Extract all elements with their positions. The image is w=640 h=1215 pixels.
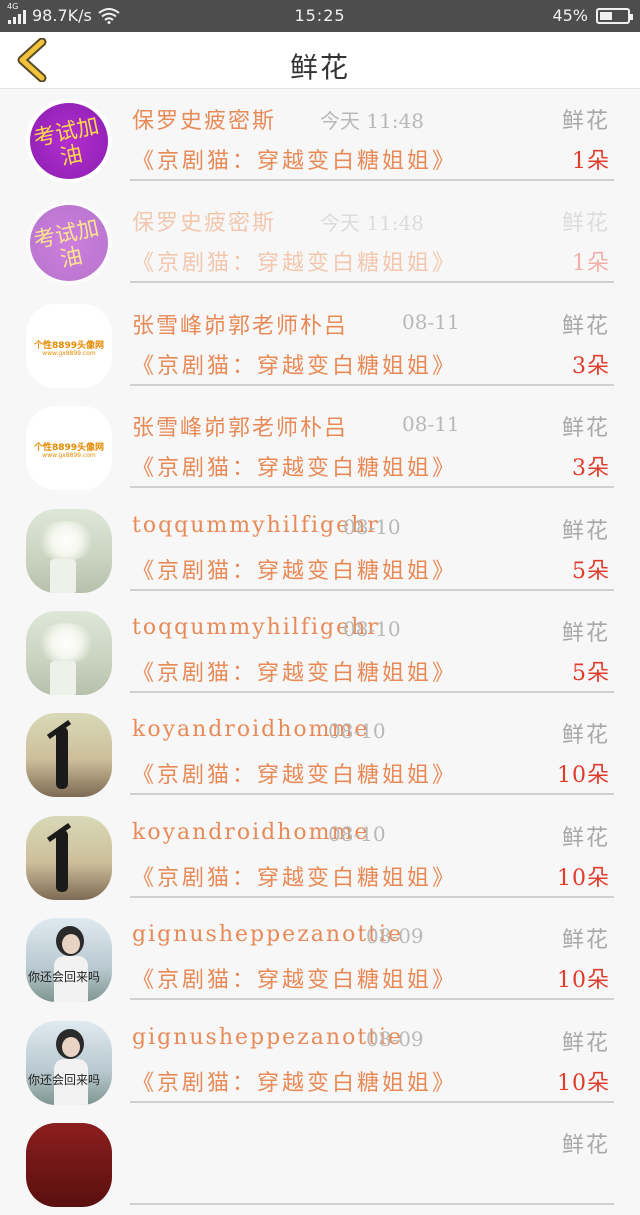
gift-count: 1朵 [572, 149, 610, 174]
book-title: 《京剧猫：穿越变白糖姐姐》 [132, 1070, 458, 1096]
gift-type: 鲜花 [561, 1132, 610, 1158]
gift-count: 3朵 [572, 353, 610, 379]
list-item[interactable]: koyandroidhomme 08-10 鲜花 《京剧猫：穿越变白糖姐姐》 10朵 [0, 703, 640, 805]
row-divider [130, 1100, 614, 1103]
status-time: 15:25 [294, 6, 346, 25]
gift-time: 08-10 [328, 719, 386, 744]
sender-name: 张雪峰峁郭老师朴吕 [132, 416, 349, 442]
book-title: 《京剧猫：穿越变白糖姐姐》 [132, 149, 458, 174]
nav-bar: 鲜花 [0, 32, 640, 89]
list-item[interactable]: 个性8899头像网 www.gx8899.com 张雪峰峁郭老师朴吕 08-11 鲜花《… [0, 294, 640, 396]
row-divider [130, 588, 614, 591]
avatar[interactable]: 考试加油 [26, 99, 112, 183]
gift-count: 10朵 [557, 763, 610, 789]
list-item[interactable]: 个性8899头像网 www.gx8899.com 张雪峰峁郭老师朴吕 08-11 鲜花《… [0, 396, 640, 498]
gift-time: 08-10 [328, 821, 386, 846]
gift-time: 08-11 [402, 412, 460, 437]
list-item[interactable]: toqqummyhilfigehr 08-10 鲜花 《京剧猫：穿越变白糖姐姐》 5朵 [0, 601, 640, 703]
gift-type: 鲜花 [561, 313, 610, 339]
sender-name: 保罗史疲密斯 [132, 109, 277, 134]
page-title: 鲜花 [289, 51, 350, 84]
avatar[interactable]: 考试加油 [26, 201, 112, 286]
gift-count: 10朵 [557, 1070, 610, 1096]
avatar[interactable] [26, 815, 112, 900]
gift-time: 08-11 [402, 309, 460, 334]
avatar-subtext: www.gx8899.com [42, 452, 96, 460]
avatar[interactable] [26, 610, 112, 695]
book-title: 《京剧猫：穿越变白糖姐姐》 [132, 865, 458, 891]
sender-name: gignusheppezanottie [132, 1024, 404, 1050]
sender-name: 张雪峰峁郭老师朴吕 [132, 313, 349, 339]
book-title: 《京剧猫：穿越变白糖姐姐》 [132, 251, 458, 277]
avatar-text: 考试加油 [31, 216, 102, 274]
book-title: 《京剧猫：穿越变白糖姐姐》 [132, 968, 458, 994]
gift-type: 鲜花 [561, 1030, 610, 1056]
book-title: 《京剧猫：穿越变白糖姐姐》 [132, 763, 458, 789]
avatar-subtext: www.gx8899.com [42, 349, 96, 357]
avatar[interactable]: 个性8899头像网 www.gx8899.com [26, 406, 112, 491]
row-divider [130, 281, 614, 284]
row-divider [130, 383, 614, 386]
avatar[interactable]: 个性8899头像网 www.gx8899.com [26, 303, 112, 388]
status-right: 45% [552, 6, 633, 25]
sender-name: gignusheppezanottie [132, 922, 404, 948]
list-item[interactable]: koyandroidhomme 08-10 鲜花 《京剧猫：穿越变白糖姐姐》 10朵 [0, 806, 640, 908]
book-title: 《京剧猫：穿越变白糖姐姐》 [132, 456, 458, 482]
gift-time: 今天 11:48 [320, 109, 424, 133]
row-divider [130, 1202, 614, 1205]
gift-time: 08-09 [366, 924, 424, 949]
gift-type: 鲜花 [561, 620, 610, 646]
gift-time: 08-10 [343, 616, 401, 641]
avatar[interactable] [26, 713, 112, 798]
avatar[interactable] [26, 1122, 112, 1207]
gift-type: 鲜花 [561, 518, 610, 544]
row-divider [130, 895, 614, 898]
gift-type: 鲜花 [561, 825, 610, 851]
gift-count: 5朵 [572, 660, 610, 686]
gift-count: 10朵 [557, 865, 610, 891]
row-divider [130, 486, 614, 489]
flower-list: 考试加油 保罗史疲密斯 今天 11:48 鲜花 《京剧猫：穿越变白糖姐姐》 1朵 考试加油保… [0, 89, 640, 1215]
avatar[interactable]: 你还会回来吗 [26, 1020, 112, 1105]
avatar-text: 考试加油 [31, 113, 102, 171]
battery-percent: 45% [552, 6, 588, 25]
book-title: 《京剧猫：穿越变白糖姐姐》 [132, 353, 458, 379]
avatar[interactable]: 你还会回来吗 [26, 918, 112, 1003]
battery-icon [596, 7, 633, 24]
avatar-text: 你还会回来吗 [28, 1072, 101, 1087]
gift-type: 鲜花 [561, 109, 610, 134]
gift-count: 1朵 [572, 251, 610, 277]
gift-type: 鲜花 [561, 416, 610, 442]
list-item[interactable]: 鲜花 [0, 1113, 640, 1215]
list-item[interactable]: 考试加油 保罗史疲密斯 今天 11:48 鲜花《京剧猫：穿越变白糖姐姐》 1朵 [0, 89, 640, 191]
avatar[interactable] [26, 508, 112, 593]
gift-type: 鲜花 [561, 211, 610, 237]
gift-count: 3朵 [572, 456, 610, 482]
row-divider [130, 179, 614, 181]
gift-count: 10朵 [557, 968, 610, 994]
avatar-text: 你还会回来吗 [28, 970, 101, 985]
book-title: 《京剧猫：穿越变白糖姐姐》 [132, 558, 458, 584]
sender-name: 保罗史疲密斯 [132, 211, 277, 237]
list-item[interactable]: toqqummyhilfigehr 08-10 鲜花 《京剧猫：穿越变白糖姐姐》 5朵 [0, 499, 640, 601]
gift-time: 08-10 [343, 514, 401, 539]
book-title: 《京剧猫：穿越变白糖姐姐》 [132, 660, 458, 686]
row-divider [130, 998, 614, 1001]
row-divider [130, 793, 614, 796]
list-item[interactable]: 考试加油 保罗史疲密斯 今天 11:48 鲜花《京剧猫：穿越变白糖姐姐》 1朵 [0, 191, 640, 293]
list-item[interactable]: 你还会回来吗 gignusheppezanottie 08-09 鲜花《京剧猫：穿越变… [0, 908, 640, 1010]
list-item[interactable]: 你还会回来吗 gignusheppezanottie 08-09 鲜花《京剧猫：穿越变… [0, 1011, 640, 1113]
gift-time: 08-09 [366, 1026, 424, 1051]
gift-type: 鲜花 [561, 723, 610, 749]
row-divider [130, 690, 614, 693]
gift-type: 鲜花 [561, 928, 610, 954]
gift-time: 今天 11:48 [320, 211, 424, 236]
gift-count: 5朵 [572, 558, 610, 584]
status-bar: 4G 98.7K/s 15:25 45% [0, 0, 640, 32]
